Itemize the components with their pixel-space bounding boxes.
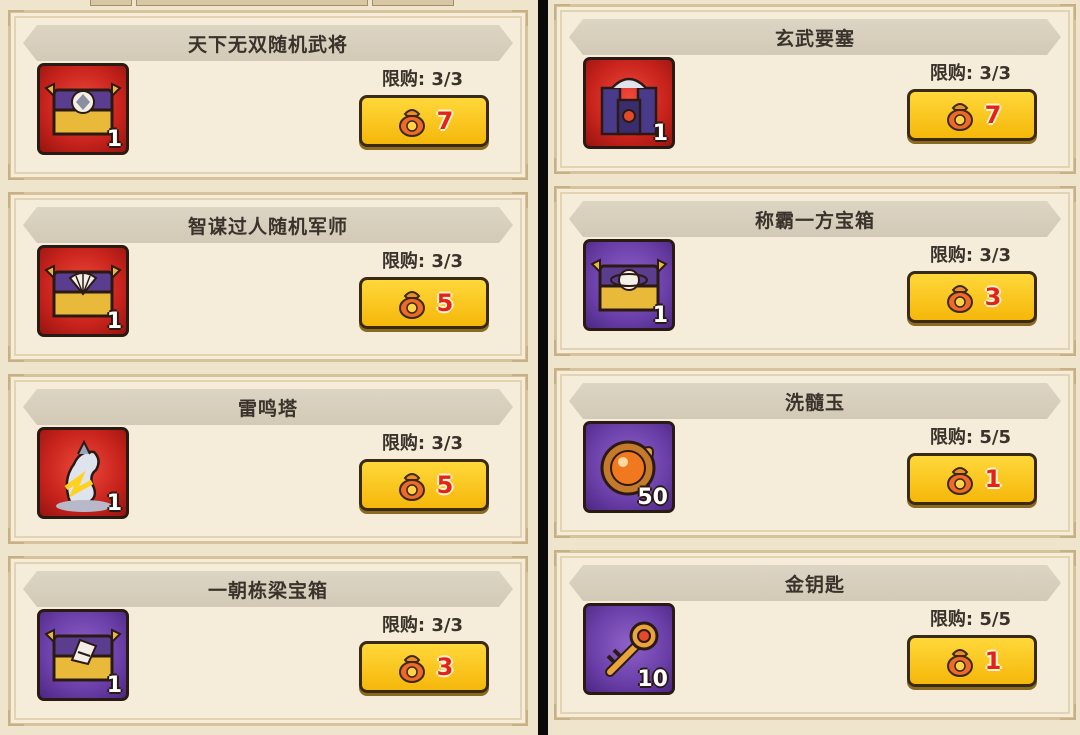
item-title-bar: 一朝栋梁宝箱 — [23, 571, 513, 607]
fortress-icon[interactable]: 1 — [583, 57, 675, 149]
item-name: 洗髓玉 — [784, 391, 845, 414]
left-shop-column: 天下无双随机武将 1 限购: 3/3 7 智谋过人随机军师 1 限购: 3/3 … — [0, 0, 538, 735]
price: 3 — [984, 283, 1002, 311]
item-count: 10 — [637, 667, 668, 692]
shop-item-card: 洗髓玉 50 限购: 5/5 1 — [554, 368, 1076, 538]
price: 3 — [436, 653, 454, 681]
price: 1 — [984, 465, 1002, 493]
buy-button[interactable]: 7 — [359, 95, 489, 147]
price: 7 — [984, 101, 1002, 129]
item-name: 金钥匙 — [784, 573, 845, 596]
item-count: 1 — [106, 309, 122, 334]
buy-button[interactable]: 7 — [907, 89, 1037, 141]
shop-item-card: 雷鸣塔 1 限购: 3/3 5 — [8, 374, 528, 544]
item-title-bar: 雷鸣塔 — [23, 389, 513, 425]
shop-item-card: 一朝栋梁宝箱 1 限购: 3/3 3 — [8, 556, 528, 726]
shop-item-card: 智谋过人随机军师 1 限购: 3/3 5 — [8, 192, 528, 362]
lucky-bag-icon — [946, 103, 973, 131]
right-shop-column: 玄武要塞 1 限购: 3/3 7 称霸一方宝箱 1 限购: 3/3 3 洗髓玉 … — [548, 0, 1080, 735]
chest-general-icon[interactable]: 1 — [37, 63, 129, 155]
purchase-limit: 限购: 3/3 — [381, 69, 463, 90]
item-title-bar: 玄武要塞 — [569, 19, 1061, 55]
item-name: 天下无双随机武将 — [187, 33, 348, 56]
buy-button[interactable]: 3 — [907, 271, 1037, 323]
thunder-tower-icon[interactable]: 1 — [37, 427, 129, 519]
item-title-bar: 天下无双随机武将 — [23, 25, 513, 61]
item-title-bar: 称霸一方宝箱 — [569, 201, 1061, 237]
lucky-bag-icon — [946, 649, 973, 677]
item-count: 1 — [652, 303, 668, 328]
buy-button[interactable]: 5 — [359, 459, 489, 511]
shop-item-card: 称霸一方宝箱 1 限购: 3/3 3 — [554, 186, 1076, 356]
item-title-bar: 智谋过人随机军师 — [23, 207, 513, 243]
top-tab-edge — [136, 0, 368, 6]
price: 5 — [436, 471, 454, 499]
purchase-limit: 限购: 3/3 — [381, 615, 463, 636]
item-count: 50 — [637, 485, 668, 510]
lucky-bag-icon — [398, 473, 425, 501]
buy-button[interactable]: 3 — [359, 641, 489, 693]
item-name: 称霸一方宝箱 — [754, 209, 875, 232]
item-count: 1 — [652, 121, 668, 146]
shop-item-card: 金钥匙 10 限购: 5/5 1 — [554, 550, 1076, 720]
top-tab-edge — [90, 0, 132, 6]
price: 1 — [984, 647, 1002, 675]
purchase-limit: 限购: 3/3 — [929, 245, 1011, 266]
lucky-bag-icon — [398, 655, 425, 683]
purchase-limit: 限购: 3/3 — [381, 433, 463, 454]
item-name: 雷鸣塔 — [237, 397, 298, 420]
price: 7 — [436, 107, 454, 135]
item-name: 智谋过人随机军师 — [187, 215, 348, 238]
purchase-limit: 限购: 5/5 — [929, 609, 1011, 630]
shop-item-card: 玄武要塞 1 限购: 3/3 7 — [554, 4, 1076, 174]
purchase-limit: 限购: 3/3 — [929, 63, 1011, 84]
purchase-limit: 限购: 3/3 — [381, 251, 463, 272]
buy-button[interactable]: 1 — [907, 453, 1037, 505]
lucky-bag-icon — [398, 291, 425, 319]
buy-button[interactable]: 1 — [907, 635, 1037, 687]
item-count: 1 — [106, 127, 122, 152]
chest-pillar-icon[interactable]: 1 — [37, 609, 129, 701]
chest-dominate-icon[interactable]: 1 — [583, 239, 675, 331]
jade-orb-icon[interactable]: 50 — [583, 421, 675, 513]
lucky-bag-icon — [398, 109, 425, 137]
chest-strategist-icon[interactable]: 1 — [37, 245, 129, 337]
shop-item-card: 天下无双随机武将 1 限购: 3/3 7 — [8, 10, 528, 180]
item-count: 1 — [106, 491, 122, 516]
item-name: 一朝栋梁宝箱 — [207, 579, 328, 602]
purchase-limit: 限购: 5/5 — [929, 427, 1011, 448]
gold-key-icon[interactable]: 10 — [583, 603, 675, 695]
lucky-bag-icon — [946, 285, 973, 313]
item-name: 玄武要塞 — [774, 27, 855, 50]
top-tab-edge — [372, 0, 454, 6]
item-count: 1 — [106, 673, 122, 698]
buy-button[interactable]: 5 — [359, 277, 489, 329]
lucky-bag-icon — [946, 467, 973, 495]
item-title-bar: 金钥匙 — [569, 565, 1061, 601]
price: 5 — [436, 289, 454, 317]
item-title-bar: 洗髓玉 — [569, 383, 1061, 419]
